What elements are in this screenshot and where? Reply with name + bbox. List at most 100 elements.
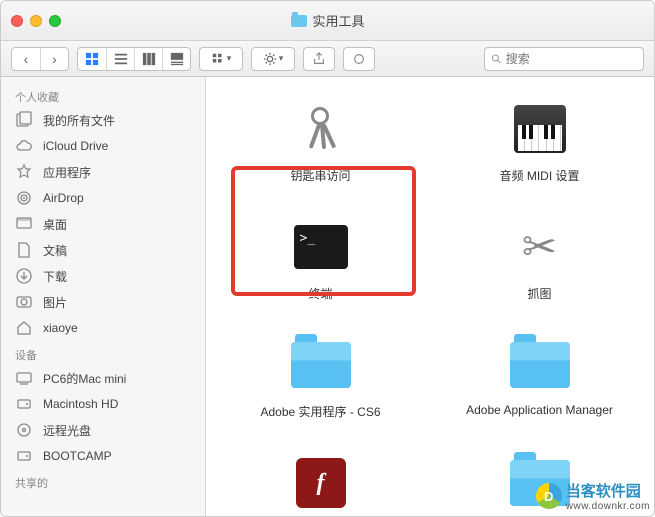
grid-item[interactable]: 音频 MIDI 设置: [455, 97, 625, 197]
close-button[interactable]: [11, 15, 23, 27]
grid-item[interactable]: 钥匙串访问: [236, 97, 406, 197]
finder-window: 实用工具 ‹ › ▾: [0, 0, 655, 517]
sidebar-item-label: PC6的Mac mini: [43, 370, 126, 387]
grid-item-label: Adobe 实用程序 - CS6: [260, 403, 380, 433]
icon-view-button[interactable]: [78, 48, 106, 70]
disk-icon: [15, 395, 33, 413]
arrange-button-group: ▾: [199, 47, 243, 71]
content-area: 钥匙串访问音频 MIDI 设置 >_ 终端 ✂抓图 Adobe 实用程序 - CS6 Ad…: [206, 77, 654, 516]
sidebar-item[interactable]: 远程光盘: [1, 417, 205, 443]
back-button[interactable]: ‹: [12, 48, 40, 70]
apps-icon: [15, 163, 33, 181]
list-icon: [114, 52, 128, 66]
share-button[interactable]: [303, 47, 335, 71]
sidebar-item[interactable]: Macintosh HD: [1, 391, 205, 417]
title-text: 实用工具: [312, 11, 364, 30]
share-icon: [312, 52, 326, 66]
watermark-text: 当客软件园 www.downkr.com: [566, 480, 650, 512]
sidebar-item[interactable]: 图片: [1, 289, 205, 315]
window-title: 实用工具: [290, 11, 364, 30]
tag-icon: [352, 52, 366, 66]
folder-icon: [508, 333, 572, 397]
sidebar-item-label: 下载: [43, 268, 67, 285]
sidebar-item-label: Macintosh HD: [43, 397, 118, 411]
sidebar-section-title: 设备: [1, 341, 205, 365]
forward-button[interactable]: ›: [40, 48, 68, 70]
grid-item[interactable]: ✂抓图: [455, 215, 625, 315]
sidebar-item-label: 图片: [43, 294, 67, 311]
folder-icon: [290, 15, 306, 27]
pictures-icon: [15, 293, 33, 311]
sidebar-item[interactable]: 下载: [1, 263, 205, 289]
sidebar-item-label: iCloud Drive: [43, 139, 108, 153]
sidebar-item[interactable]: BOOTCAMP: [1, 443, 205, 469]
arrange-button[interactable]: ▾: [200, 48, 242, 70]
search-icon: [491, 53, 502, 65]
titlebar: 实用工具: [1, 1, 654, 41]
terminal-icon: >_: [289, 215, 353, 279]
sidebar-item-label: BOOTCAMP: [43, 449, 112, 463]
sidebar-item[interactable]: AirDrop: [1, 185, 205, 211]
grid-item-label: 终端: [308, 285, 332, 315]
home-icon: [15, 319, 33, 337]
grid-item[interactable]: Adobe Application Manager: [455, 333, 625, 433]
toolbar: ‹ › ▾ ▾: [1, 41, 654, 77]
sidebar-section-title: 共享的: [1, 469, 205, 493]
nav-buttons: ‹ ›: [11, 47, 69, 71]
sidebar: 个人收藏我的所有文件iCloud Drive应用程序AirDrop桌面文稿下载图…: [1, 77, 206, 516]
column-view-button[interactable]: [134, 48, 162, 70]
sidebar-item[interactable]: PC6的Mac mini: [1, 365, 205, 391]
remote-disc-icon: [15, 421, 33, 439]
grid-item-label: Adobe Application Manager: [466, 403, 613, 433]
grid-item-label: 音频 MIDI 设置: [500, 167, 580, 197]
gear-icon: [263, 52, 277, 66]
midi-icon: [508, 97, 572, 161]
grid-icon: [85, 52, 99, 66]
disk-icon: [15, 447, 33, 465]
search-input[interactable]: [506, 52, 637, 66]
grid-small-icon: [211, 52, 225, 66]
documents-icon: [15, 241, 33, 259]
chevron-down-icon: ▾: [227, 53, 232, 64]
grab-icon: ✂: [508, 215, 572, 279]
sidebar-item-label: 桌面: [43, 216, 67, 233]
traffic-lights: [11, 15, 61, 27]
grid-item[interactable]: >_ 终端: [236, 215, 406, 315]
coverflow-icon: [170, 52, 184, 66]
sidebar-item-label: xiaoye: [43, 321, 78, 335]
watermark: D 当客软件园 www.downkr.com: [536, 480, 650, 512]
window-body: 个人收藏我的所有文件iCloud Drive应用程序AirDrop桌面文稿下载图…: [1, 77, 654, 516]
sidebar-item[interactable]: 我的所有文件: [1, 107, 205, 133]
view-buttons: [77, 47, 191, 71]
sidebar-item-label: 远程光盘: [43, 422, 91, 439]
sidebar-item[interactable]: 桌面: [1, 211, 205, 237]
grid-item[interactable]: f: [236, 451, 406, 516]
watermark-name: 当客软件园: [566, 483, 641, 500]
sidebar-item-label: 我的所有文件: [43, 112, 115, 129]
search-field[interactable]: [484, 47, 644, 71]
airdrop-icon: [15, 189, 33, 207]
sidebar-item[interactable]: 应用程序: [1, 159, 205, 185]
computer-icon: [15, 369, 33, 387]
icon-grid: 钥匙串访问音频 MIDI 设置 >_ 终端 ✂抓图 Adobe 实用程序 - CS6 Ad…: [216, 97, 644, 516]
action-button[interactable]: ▾: [252, 48, 294, 70]
chevron-down-icon: ▾: [279, 53, 284, 64]
minimize-button[interactable]: [30, 15, 42, 27]
desktop-icon: [15, 215, 33, 233]
maximize-button[interactable]: [49, 15, 61, 27]
all-files-icon: [15, 111, 33, 129]
sidebar-item[interactable]: 文稿: [1, 237, 205, 263]
action-button-group: ▾: [251, 47, 295, 71]
sidebar-item[interactable]: iCloud Drive: [1, 133, 205, 159]
grid-item[interactable]: Adobe 实用程序 - CS6: [236, 333, 406, 433]
sidebar-item[interactable]: xiaoye: [1, 315, 205, 341]
flash-icon: f: [289, 451, 353, 515]
sidebar-item-label: AirDrop: [43, 191, 84, 205]
icloud-icon: [15, 137, 33, 155]
watermark-logo-icon: D: [536, 483, 562, 509]
list-view-button[interactable]: [106, 48, 134, 70]
tags-button[interactable]: [343, 47, 375, 71]
downloads-icon: [15, 267, 33, 285]
coverflow-view-button[interactable]: [162, 48, 190, 70]
folder-icon: [289, 333, 353, 397]
